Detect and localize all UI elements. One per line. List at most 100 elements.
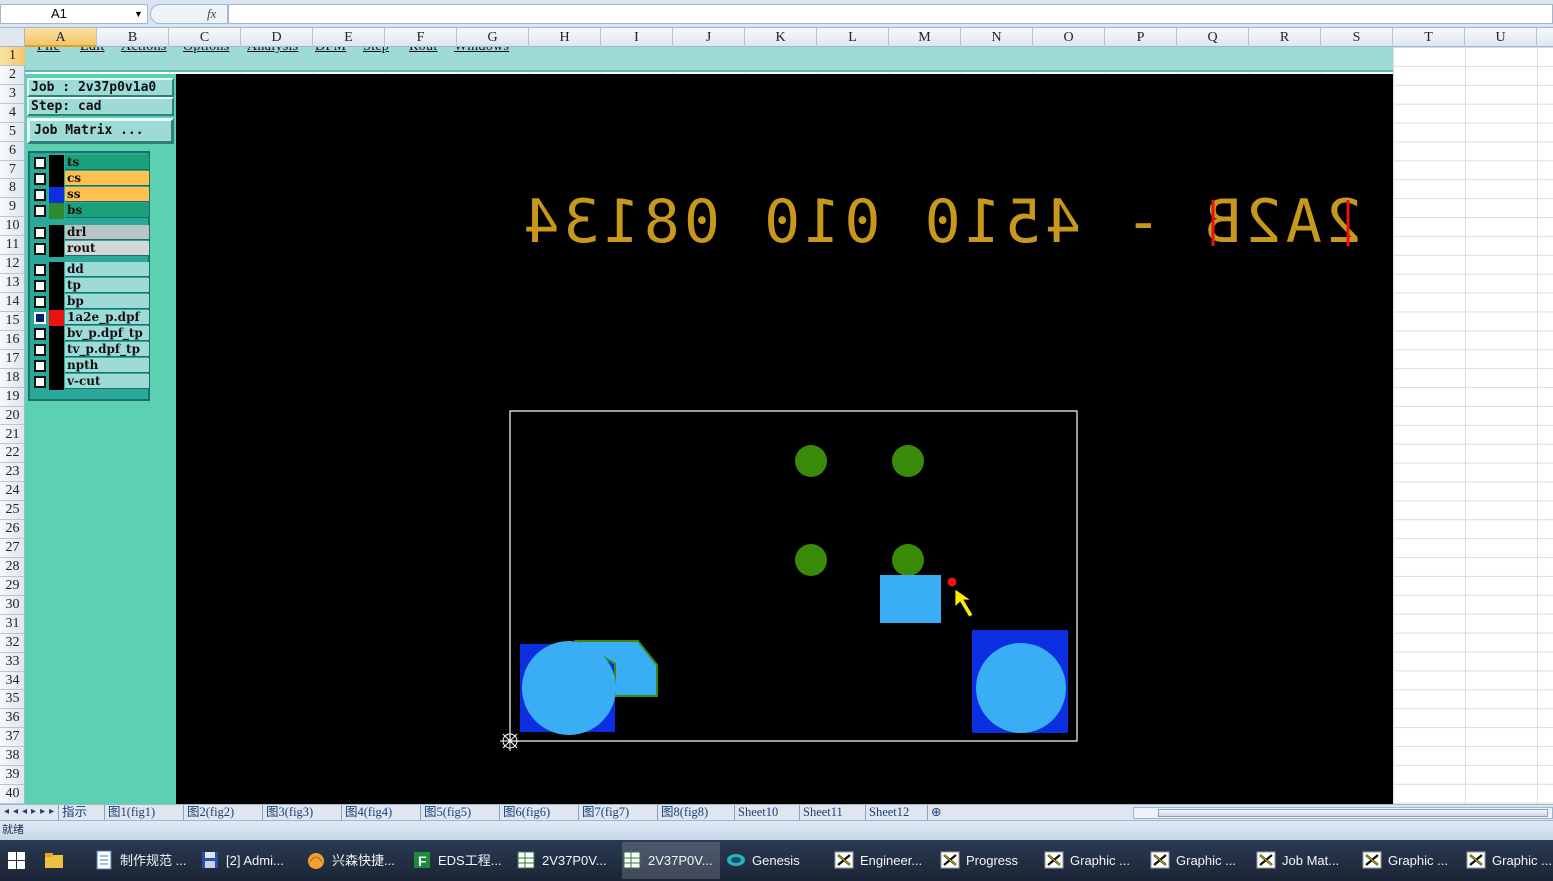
layer-checkbox[interactable] <box>34 227 46 239</box>
file-explorer-button[interactable] <box>44 842 80 879</box>
layer-name[interactable]: v-cut <box>65 374 149 389</box>
job-matrix-button[interactable]: Job Matrix ... <box>27 118 174 144</box>
select-all-corner[interactable] <box>0 28 25 47</box>
row-header-2[interactable]: 2 <box>0 66 25 85</box>
row-header-7[interactable]: 7 <box>0 161 25 180</box>
column-header-h[interactable]: H <box>529 28 601 47</box>
layer-color-swatch[interactable] <box>49 342 64 358</box>
layer-row-dd[interactable]: dd <box>32 262 149 278</box>
layer-row-bs[interactable]: bs <box>32 203 149 219</box>
layer-checkbox[interactable] <box>34 344 46 356</box>
row-header-15[interactable]: 15 <box>0 312 25 331</box>
layer-color-swatch[interactable] <box>49 187 64 203</box>
layer-row-npth[interactable]: npth <box>32 358 149 374</box>
via[interactable] <box>892 445 924 477</box>
menu-file[interactable]: File <box>37 47 60 55</box>
via[interactable] <box>892 544 924 576</box>
layer-checkbox[interactable] <box>34 189 46 201</box>
column-header-a[interactable]: A <box>25 28 97 47</box>
layer-row-rout[interactable]: rout <box>32 241 149 257</box>
row-header-38[interactable]: 38 <box>0 747 25 767</box>
row-header-25[interactable]: 25 <box>0 501 25 521</box>
row-header-30[interactable]: 30 <box>0 596 25 615</box>
layer-name[interactable]: tv_p.dpf_tp <box>65 342 149 357</box>
row-header-28[interactable]: 28 <box>0 558 25 577</box>
layer-checkbox[interactable] <box>34 312 46 324</box>
layer-row-tp[interactable]: tp <box>32 278 149 294</box>
row-header-40[interactable]: 40 <box>0 785 25 804</box>
horizontal-scrollbar[interactable] <box>1133 807 1553 819</box>
column-header-j[interactable]: J <box>673 28 745 47</box>
layer-checkbox[interactable] <box>34 173 46 185</box>
menu-options[interactable]: Options <box>183 47 229 55</box>
taskbar-item-5[interactable]: 2V37P0V... <box>622 842 720 879</box>
layer-row-drl[interactable]: drl <box>32 225 149 241</box>
name-box[interactable]: A1 <box>0 4 148 24</box>
row-header-39[interactable]: 39 <box>0 766 25 786</box>
layer-name[interactable]: drl <box>65 225 149 240</box>
layer-name[interactable]: npth <box>65 358 149 373</box>
layer-color-swatch[interactable] <box>49 294 64 310</box>
taskbar-item-13[interactable]: Graphic ... <box>1466 842 1553 879</box>
layer-row-ss[interactable]: ss <box>32 187 149 203</box>
row-header-3[interactable]: 3 <box>0 85 25 104</box>
column-header-r[interactable]: R <box>1249 28 1321 47</box>
column-header-n[interactable]: N <box>961 28 1033 47</box>
menu-step[interactable]: Step <box>363 47 389 55</box>
row-header-21[interactable]: 21 <box>0 426 25 445</box>
taskbar-item-0[interactable]: 制作规范 ... <box>94 842 198 879</box>
layer-color-swatch[interactable] <box>49 203 64 219</box>
layer-row-bv-p-dpf-tp[interactable]: bv_p.dpf_tp <box>32 326 149 342</box>
layer-color-swatch[interactable] <box>49 374 64 390</box>
row-header-31[interactable]: 31 <box>0 615 25 634</box>
layer-checkbox[interactable] <box>34 376 46 388</box>
formula-input[interactable] <box>228 4 1553 24</box>
layer-name[interactable]: cs <box>65 171 149 186</box>
layer-row-v-cut[interactable]: v-cut <box>32 374 149 390</box>
column-header-f[interactable]: F <box>385 28 457 47</box>
column-header-c[interactable]: C <box>169 28 241 47</box>
taskbar-item-2[interactable]: 兴森快捷... <box>306 842 410 879</box>
layer-row-ts[interactable]: ts <box>32 155 149 171</box>
taskbar-item-12[interactable]: Graphic ... <box>1362 842 1464 879</box>
layer-name[interactable]: bv_p.dpf_tp <box>65 326 149 341</box>
row-header-20[interactable]: 20 <box>0 407 25 426</box>
column-header-g[interactable]: G <box>457 28 529 47</box>
column-header-l[interactable]: L <box>817 28 889 47</box>
layer-checkbox[interactable] <box>34 328 46 340</box>
layer-row-cs[interactable]: cs <box>32 171 149 187</box>
sheet-tab-5[interactable]: 图5(fig5) <box>420 805 474 820</box>
layer-row-bp[interactable]: bp <box>32 294 149 310</box>
sheet-tab-7[interactable]: 图7(fig7) <box>578 805 632 820</box>
row-header-32[interactable]: 32 <box>0 634 25 653</box>
row-header-13[interactable]: 13 <box>0 274 25 294</box>
taskbar-item-7[interactable]: Engineer... <box>834 842 938 879</box>
start-button[interactable] <box>0 840 34 881</box>
row-header-1[interactable]: 1 <box>0 47 25 66</box>
layer-color-swatch[interactable] <box>49 155 64 171</box>
graphic-canvas[interactable]: 2A2B - 4510 010 08134 <box>176 74 1393 804</box>
row-header-14[interactable]: 14 <box>0 293 25 312</box>
smd-pad[interactable] <box>880 575 941 623</box>
layer-checkbox[interactable] <box>34 205 46 217</box>
column-header-m[interactable]: M <box>889 28 961 47</box>
row-header-19[interactable]: 19 <box>0 388 25 407</box>
layer-checkbox[interactable] <box>34 157 46 169</box>
taskbar-item-11[interactable]: Job Mat... <box>1256 842 1360 879</box>
layer-color-swatch[interactable] <box>49 171 64 187</box>
layer-checkbox[interactable] <box>34 243 46 255</box>
new-sheet-icon[interactable]: ⊕ <box>927 805 944 820</box>
menu-analysis[interactable]: Analysis <box>247 47 298 55</box>
column-header-t[interactable]: T <box>1393 28 1465 47</box>
menu-actions[interactable]: Actions <box>121 47 167 55</box>
layer-name[interactable]: ss <box>65 187 149 202</box>
layer-name[interactable]: bs <box>65 203 149 218</box>
menu-rout[interactable]: Rout <box>409 47 437 55</box>
layer-name[interactable]: dd <box>65 262 149 277</box>
sheet-tab-6[interactable]: 图6(fig6) <box>499 805 553 820</box>
menu-edit[interactable]: Edit <box>80 47 105 55</box>
row-header-34[interactable]: 34 <box>0 672 25 691</box>
taskbar-item-8[interactable]: Progress <box>940 842 1042 879</box>
sheet-tab-1[interactable]: 图1(fig1) <box>104 805 158 820</box>
layer-name[interactable]: 1a2e_p.dpf <box>65 310 149 325</box>
